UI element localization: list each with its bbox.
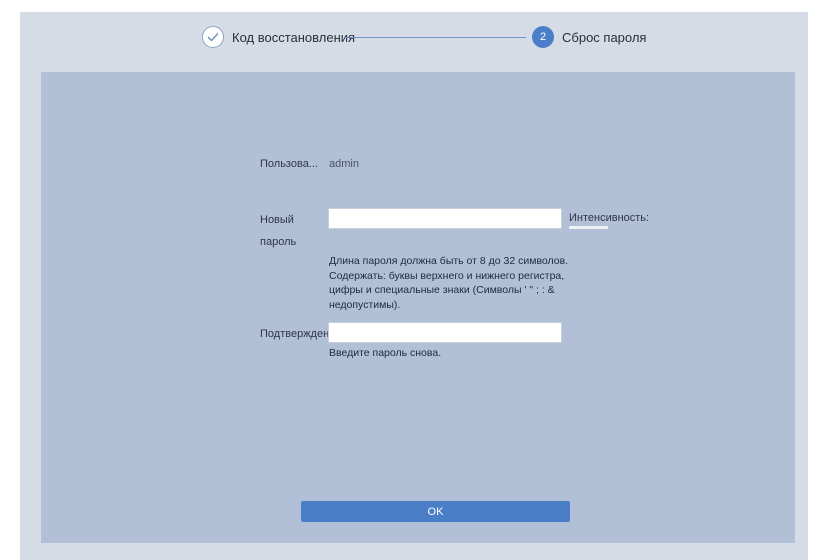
confirm-password-input[interactable] bbox=[328, 322, 562, 343]
strength-label: Интенсивность: bbox=[569, 212, 650, 224]
new-password-label-line1: Новый bbox=[260, 214, 294, 226]
step-number-badge: 2 bbox=[532, 26, 554, 48]
step-reset-password-label: Сброс пароля bbox=[562, 29, 647, 45]
stepper-connector bbox=[346, 37, 526, 38]
username-label: Пользова... bbox=[260, 158, 318, 170]
step-reset-password: 2 Сброс пароля bbox=[532, 26, 646, 48]
password-rules-hint: Длина пароля должна быть от 8 до 32 симв… bbox=[329, 255, 569, 311]
new-password-label-line2: пароль bbox=[260, 236, 297, 248]
form-panel: Пользова... admin Новый пароль Интенсивн… bbox=[41, 72, 795, 543]
confirm-password-label: Подтвержден bbox=[260, 328, 330, 340]
ok-button[interactable]: OK bbox=[301, 501, 570, 522]
checkmark-icon bbox=[202, 26, 224, 48]
new-password-input[interactable] bbox=[328, 208, 562, 229]
strength-bar bbox=[569, 226, 608, 229]
username-value: admin bbox=[329, 158, 359, 170]
step-recovery-code: Код восстановления bbox=[202, 26, 355, 48]
step-recovery-code-label: Код восстановления bbox=[232, 29, 356, 45]
reset-password-window: Код восстановления 2 Сброс пароля Пользо… bbox=[20, 12, 808, 560]
confirm-password-hint: Введите пароль снова. bbox=[329, 347, 442, 359]
